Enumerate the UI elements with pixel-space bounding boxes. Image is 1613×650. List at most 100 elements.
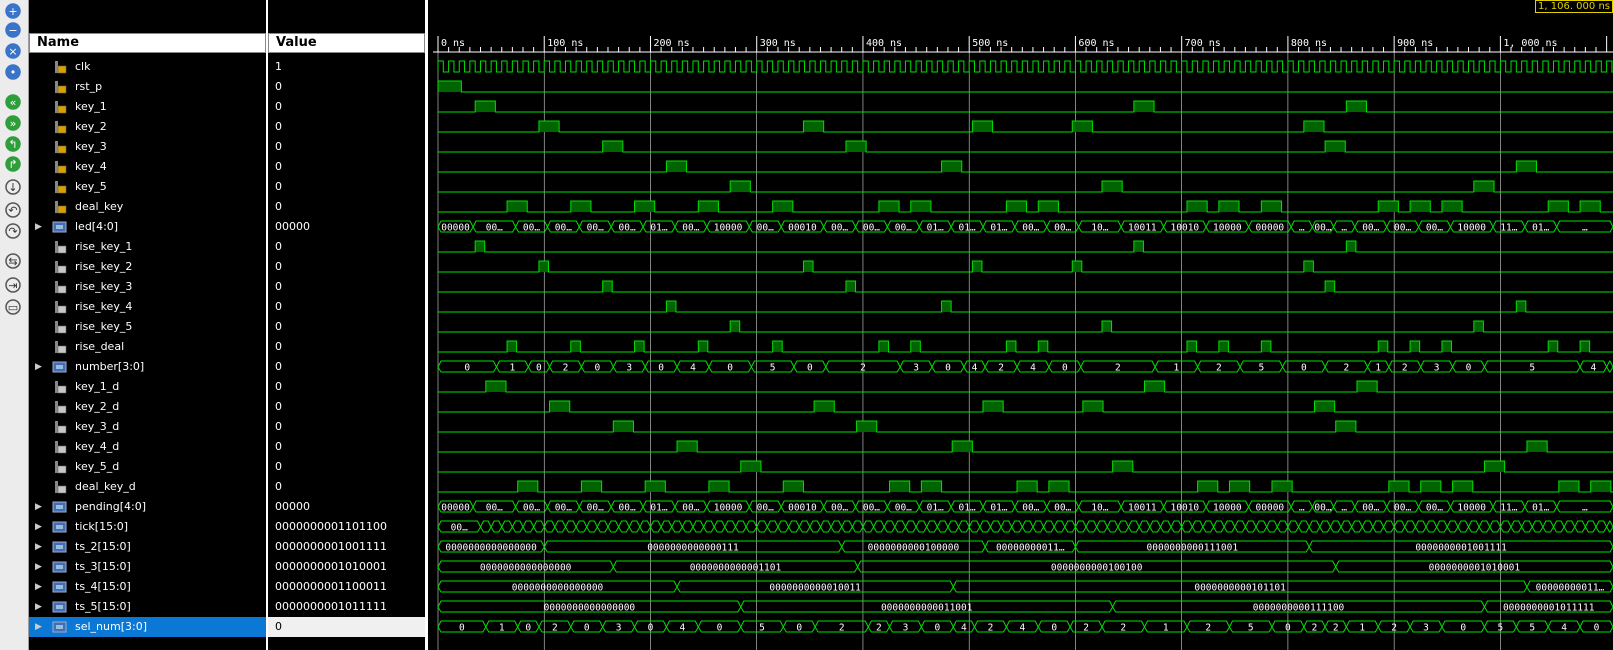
- signal-value-cell[interactable]: 0: [268, 277, 425, 297]
- zoom-in-icon[interactable]: +: [4, 2, 24, 20]
- signal-row[interactable]: rise_key_5: [29, 317, 266, 337]
- signal-row[interactable]: rise_deal: [29, 337, 266, 357]
- signal-value-cell[interactable]: 0000000001001111: [268, 537, 425, 557]
- zoom-out-icon[interactable]: −: [4, 21, 24, 39]
- signal-value: 0: [275, 300, 282, 313]
- signal-row[interactable]: ▶ pending[4:0]: [29, 497, 266, 517]
- signal-value-cell[interactable]: 0: [268, 437, 425, 457]
- next-transition-icon[interactable]: ↱: [4, 155, 24, 173]
- previous-marker-icon[interactable]: ↶: [4, 201, 24, 219]
- signal-value-cell[interactable]: 0: [268, 257, 425, 277]
- signal-row[interactable]: clk: [29, 57, 266, 77]
- expand-arrow-icon[interactable]: ▶: [35, 537, 42, 557]
- bus-segment: [1606, 360, 1613, 373]
- bus-value-label: …: [1299, 223, 1305, 234]
- signal-value-cell[interactable]: 0: [268, 357, 425, 377]
- value-wave-divider[interactable]: [425, 0, 428, 650]
- previous-transition-icon[interactable]: ↰: [4, 135, 24, 153]
- signal-value-cell[interactable]: 00000: [268, 497, 425, 517]
- go-to-end-icon[interactable]: »: [4, 114, 24, 132]
- signal-value-cell[interactable]: 0000000001101100: [268, 517, 425, 537]
- expand-arrow-icon[interactable]: ▶: [35, 597, 42, 617]
- add-marker-icon[interactable]: ↓: [4, 178, 24, 196]
- pulse-fill: [1473, 321, 1484, 332]
- signal-row[interactable]: ▶ ts_4[15:0]: [29, 577, 266, 597]
- signal-value-cell[interactable]: 0: [268, 417, 425, 437]
- signal-value-cell[interactable]: 0: [268, 317, 425, 337]
- value-column-header[interactable]: Value: [268, 33, 425, 53]
- signal-row[interactable]: rise_key_4: [29, 297, 266, 317]
- signal-value-cell[interactable]: 0: [268, 77, 425, 97]
- signal-value-cell[interactable]: 00000: [268, 217, 425, 237]
- signal-row[interactable]: ▶ ts_5[15:0]: [29, 597, 266, 617]
- signal-row[interactable]: key_2: [29, 117, 266, 137]
- next-marker-icon[interactable]: ↷: [4, 222, 24, 240]
- go-to-start-icon[interactable]: «: [4, 93, 24, 111]
- signal-row[interactable]: ▶ sel_num[3:0]: [29, 617, 266, 637]
- expand-arrow-icon[interactable]: ▶: [35, 577, 42, 597]
- signal-value-cell[interactable]: 0000000001010001: [268, 557, 425, 577]
- bus-value-label: 2: [1216, 363, 1222, 374]
- signal-row[interactable]: rise_key_1: [29, 237, 266, 257]
- floating-ruler-icon[interactable]: ▭: [4, 298, 24, 316]
- expand-arrow-icon[interactable]: ▶: [35, 217, 42, 237]
- signal-value-cell[interactable]: 0: [268, 457, 425, 477]
- expand-arrow-icon[interactable]: ▶: [35, 497, 42, 517]
- signal-value-cell[interactable]: 0: [268, 197, 425, 217]
- signal-row[interactable]: key_5: [29, 177, 266, 197]
- signal-row[interactable]: key_4: [29, 157, 266, 177]
- signal-value: 0: [275, 160, 282, 173]
- expand-arrow-icon[interactable]: ▶: [35, 557, 42, 577]
- signal-value-cell[interactable]: 0: [268, 477, 425, 497]
- signal-value-cell[interactable]: 0: [268, 97, 425, 117]
- name-column-header[interactable]: Name: [29, 33, 266, 53]
- signal-value-cell[interactable]: 0: [268, 337, 425, 357]
- signal-row[interactable]: rise_key_2: [29, 257, 266, 277]
- zoom-fit-icon[interactable]: ×: [4, 42, 24, 60]
- bus-value-label: 1: [1375, 363, 1381, 374]
- signal-row[interactable]: key_2_d: [29, 397, 266, 417]
- expand-arrow-icon[interactable]: ▶: [35, 517, 42, 537]
- waveform-panel[interactable]: 0 ns 100 ns 200 ns 300 ns 400 ns 500 ns 600 ns…: [433, 0, 1613, 650]
- signal-row[interactable]: ▶ led[4:0]: [29, 217, 266, 237]
- signal-value-cell[interactable]: 0: [268, 177, 425, 197]
- waveform-canvas[interactable]: 0 ns 100 ns 200 ns 300 ns 400 ns 500 ns 600 ns…: [433, 0, 1613, 650]
- signal-value-cell[interactable]: 1: [268, 57, 425, 77]
- signal-row[interactable]: ▶ ts_2[15:0]: [29, 537, 266, 557]
- signal-value-cell[interactable]: 0: [268, 157, 425, 177]
- signal-value-cell[interactable]: 0: [268, 237, 425, 257]
- zoom-cursor-icon[interactable]: •: [4, 63, 24, 81]
- signal-row[interactable]: ▶ ts_3[15:0]: [29, 557, 266, 577]
- expand-arrow-icon[interactable]: ▶: [35, 357, 42, 377]
- snap-to-transition-icon[interactable]: ⇥: [4, 276, 24, 294]
- signal-row[interactable]: key_5_d: [29, 457, 266, 477]
- signal-row[interactable]: key_1: [29, 97, 266, 117]
- signal-value-cell[interactable]: 0: [268, 377, 425, 397]
- signal-row[interactable]: rst_p: [29, 77, 266, 97]
- bus-value-label: 2: [563, 363, 569, 374]
- signal-value-cell[interactable]: 0: [268, 617, 425, 637]
- signal-row[interactable]: ▶ number[3:0]: [29, 357, 266, 377]
- bus-value-label: 10000: [1457, 223, 1486, 234]
- swap-cursors-icon[interactable]: ⇆: [4, 252, 24, 270]
- signal-row[interactable]: deal_key_d: [29, 477, 266, 497]
- signal-value-cell[interactable]: 0000000001100011: [268, 577, 425, 597]
- signal-row[interactable]: key_3: [29, 137, 266, 157]
- signal-row[interactable]: key_4_d: [29, 437, 266, 457]
- signal-value-cell[interactable]: 0: [268, 397, 425, 417]
- signal-row[interactable]: rise_key_3: [29, 277, 266, 297]
- signal-row[interactable]: key_1_d: [29, 377, 266, 397]
- signal-value-cell[interactable]: 0: [268, 297, 425, 317]
- signal-value-cell[interactable]: 0000000001011111: [268, 597, 425, 617]
- bus-segment: [1149, 520, 1161, 533]
- bit-waveform: [438, 320, 1613, 333]
- signal-value-cell[interactable]: 0: [268, 137, 425, 157]
- signal-row[interactable]: key_3_d: [29, 417, 266, 437]
- signal-row[interactable]: ▶ tick[15:0]: [29, 517, 266, 537]
- expand-arrow-icon[interactable]: ▶: [35, 617, 42, 637]
- signal-row[interactable]: deal_key: [29, 197, 266, 217]
- bus-value-label: 01…: [1532, 503, 1549, 514]
- bus-value-label: 01…: [990, 503, 1007, 514]
- bus-segment: [958, 520, 970, 533]
- signal-value-cell[interactable]: 0: [268, 117, 425, 137]
